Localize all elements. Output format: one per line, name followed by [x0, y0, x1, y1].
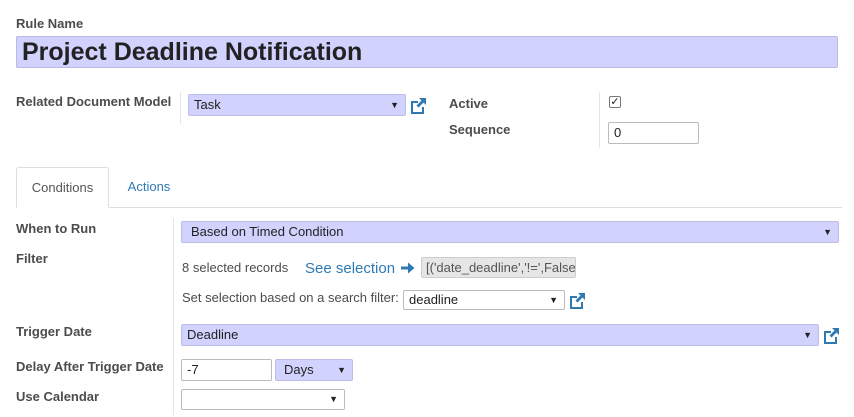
filter-label: Filter	[16, 251, 48, 266]
see-selection-label: See selection	[305, 260, 396, 277]
calendar-label: Use Calendar	[16, 389, 100, 404]
external-link-icon[interactable]	[567, 291, 587, 311]
model-select-value: Task	[194, 97, 221, 112]
when-to-run-select[interactable]: Based on Timed Condition ▼	[181, 221, 839, 243]
delay-unit-select[interactable]: Days ▼	[275, 359, 353, 381]
sequence-label: Sequence	[449, 122, 511, 137]
delay-input[interactable]: -7	[181, 359, 272, 381]
search-filter-value: deadline	[409, 292, 459, 307]
see-selection-link[interactable]: See selection	[305, 260, 415, 277]
caret-down-icon: ▼	[823, 227, 832, 237]
caret-down-icon: ▼	[549, 295, 558, 305]
caret-down-icon: ▼	[390, 100, 399, 110]
when-to-run-value: Based on Timed Condition	[191, 224, 344, 239]
active-label: Active	[449, 96, 489, 111]
rule-name-label: Rule Name	[16, 16, 84, 31]
when-to-run-label: When to Run	[16, 221, 97, 236]
field-separator	[173, 218, 174, 415]
external-link-icon[interactable]	[408, 96, 428, 116]
search-filter-select[interactable]: deadline ▼	[403, 290, 565, 310]
selected-records-count: 8 selected records	[182, 260, 289, 275]
search-filter-label: Set selection based on a search filter:	[182, 290, 399, 305]
tab-conditions[interactable]: Conditions	[16, 167, 109, 208]
trigger-date-label: Trigger Date	[16, 324, 92, 339]
checkmark-icon: ✓	[610, 96, 620, 108]
sequence-input[interactable]: 0	[608, 122, 699, 144]
model-select[interactable]: Task ▼	[188, 94, 406, 116]
model-label: Related Document Model	[16, 94, 172, 109]
caret-down-icon: ▼	[803, 330, 812, 340]
external-link-icon[interactable]	[821, 326, 841, 346]
delay-label: Delay After Trigger Date	[16, 359, 164, 374]
caret-down-icon: ▼	[329, 394, 338, 404]
domain-field[interactable]: [('date_deadline','!=',False	[421, 257, 576, 278]
delay-unit-value: Days	[284, 362, 314, 377]
trigger-date-select[interactable]: Deadline ▼	[181, 324, 819, 346]
tab-actions[interactable]: Actions	[110, 167, 188, 208]
trigger-date-value: Deadline	[187, 327, 239, 342]
tab-bar-line	[108, 207, 842, 208]
caret-down-icon: ▼	[337, 365, 346, 375]
calendar-select[interactable]: ▼	[181, 389, 345, 410]
arrow-right-icon	[401, 262, 415, 274]
field-separator	[180, 92, 181, 124]
rule-name-input[interactable]: Project Deadline Notification	[16, 36, 838, 68]
field-separator	[599, 92, 600, 148]
active-checkbox[interactable]: ✓	[609, 96, 621, 108]
